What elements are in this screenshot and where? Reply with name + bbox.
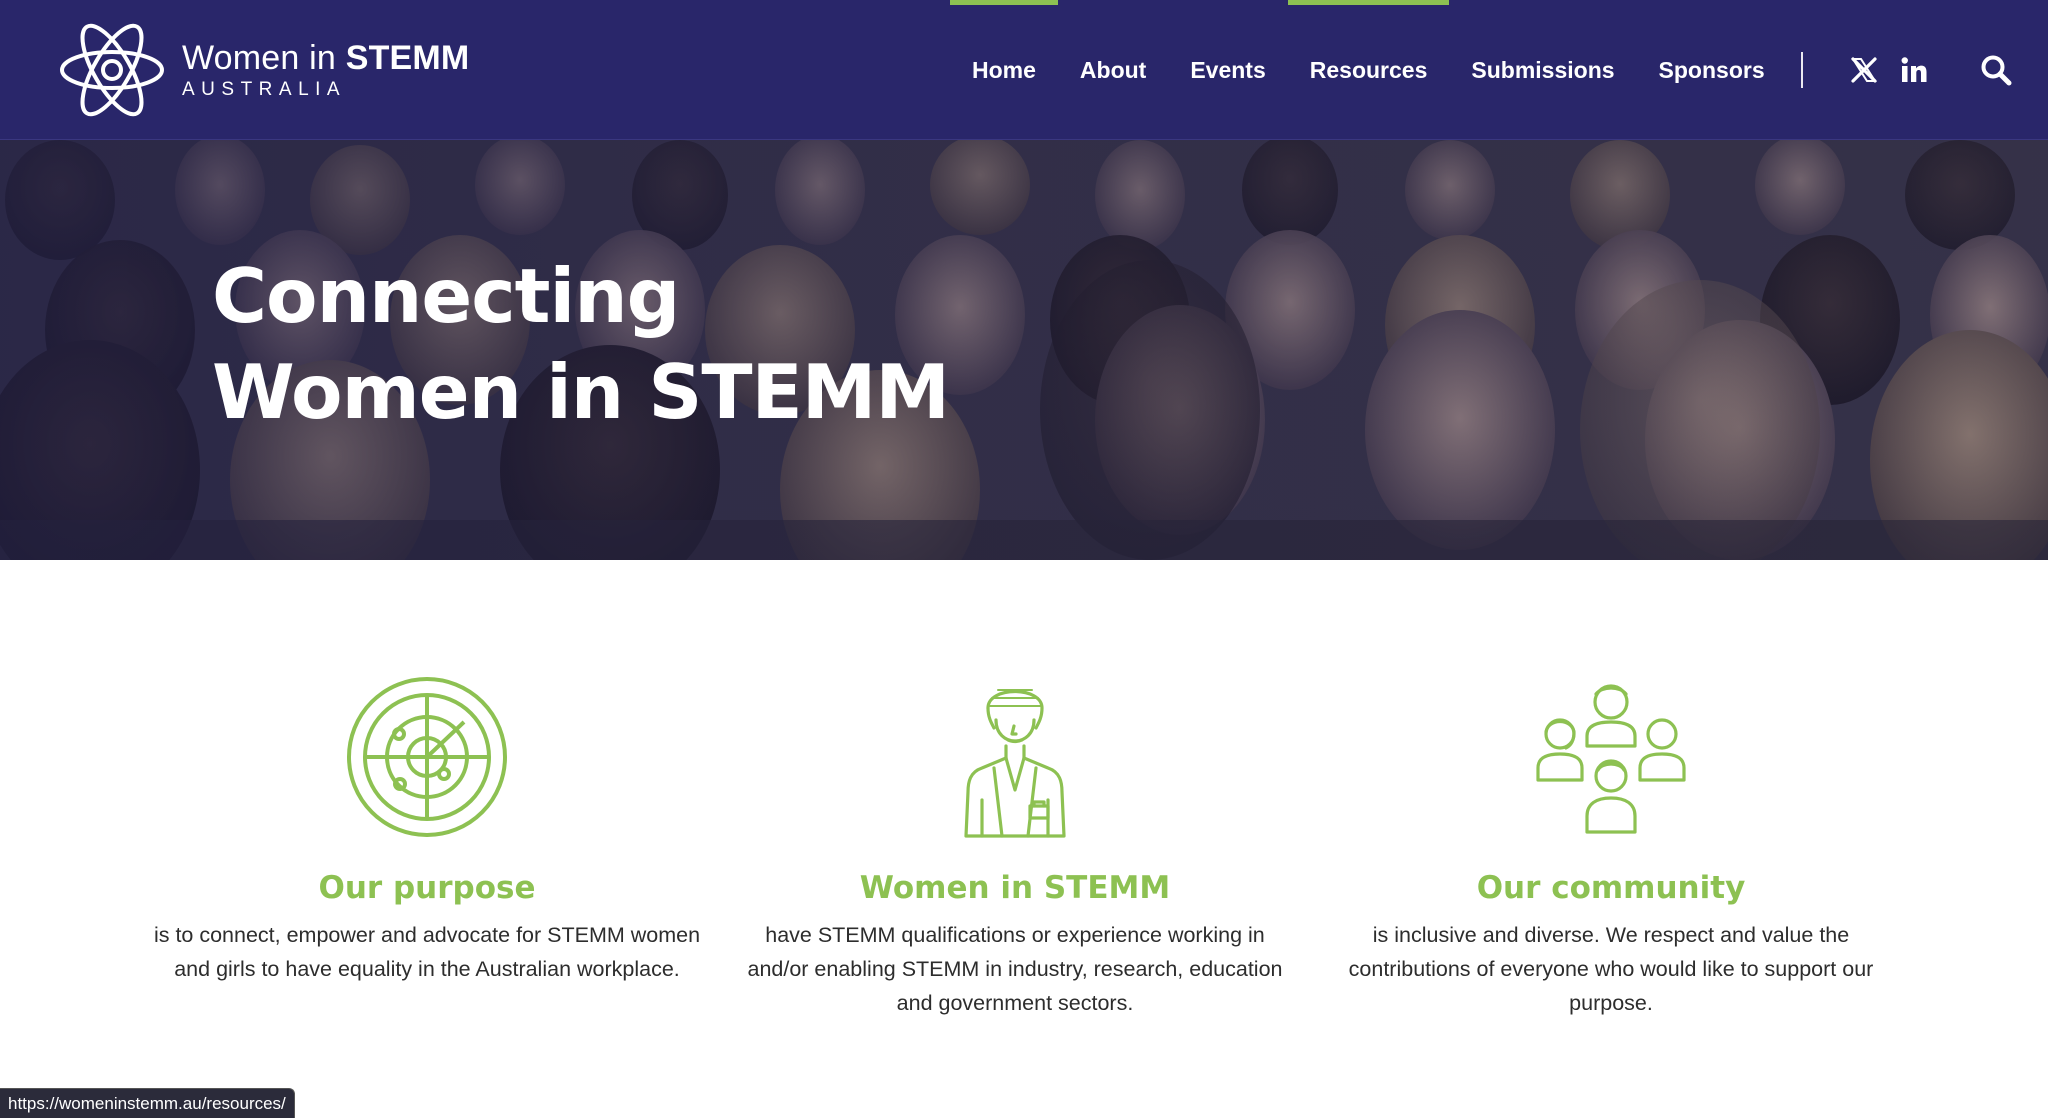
search-icon[interactable] xyxy=(1979,53,2013,87)
x-icon[interactable] xyxy=(1849,55,1879,85)
nav-submissions-label: Submissions xyxy=(1471,56,1615,83)
nav-home[interactable]: Home xyxy=(950,0,1058,140)
logo-wordmark-regular: Women in xyxy=(182,39,346,77)
feature-text: have STEMM qualifications or experience … xyxy=(747,923,1283,1015)
status-bar-url: https://womeninstemm.au/resources/ xyxy=(0,1088,295,1118)
nav-events-label: Events xyxy=(1190,56,1266,83)
feature-text: is inclusive and diverse. We respect and… xyxy=(1348,923,1874,1015)
hero-title-line1: Connecting xyxy=(212,252,680,340)
social-links xyxy=(1849,55,1929,85)
site-header: Women in STEMM AUSTRALIA Home About Even… xyxy=(0,0,2048,140)
logo-wordmark: Women in STEMM xyxy=(182,39,469,77)
nav-events[interactable]: Events xyxy=(1168,0,1287,140)
atom-logo-icon xyxy=(60,23,164,117)
nav-resources-label: Resources xyxy=(1309,56,1428,83)
feature-text: is to connect, empower and advocate for … xyxy=(153,923,701,981)
community-group-icon xyxy=(1536,684,1686,834)
linkedin-icon[interactable] xyxy=(1899,55,1929,85)
hero-title-line2: Women in STEMM xyxy=(212,348,950,436)
feature-title: Our community xyxy=(1476,870,1746,906)
logo-subtitle: AUSTRALIA xyxy=(182,79,347,100)
hero-title: Connecting Women in STEMM xyxy=(212,248,950,440)
site-logo[interactable]: Women in STEMM AUSTRALIA xyxy=(56,12,476,128)
nav-submissions[interactable]: Submissions xyxy=(1449,0,1636,140)
nav-home-label: Home xyxy=(972,56,1036,83)
scientist-woman-icon xyxy=(964,689,1066,838)
hero-banner: Connecting Women in STEMM xyxy=(0,140,2048,560)
nav-divider xyxy=(1800,52,1803,88)
nav-sponsors[interactable]: Sponsors xyxy=(1637,0,1787,140)
feature-title: Women in STEMM xyxy=(859,870,1171,906)
nav-sponsors-label: Sponsors xyxy=(1658,56,1765,83)
features-section: Our purpose is to connect, empower and a… xyxy=(0,560,2048,1118)
nav-about[interactable]: About xyxy=(1058,0,1168,140)
feature-title: Our purpose xyxy=(318,870,536,906)
radar-icon xyxy=(347,677,507,837)
logo-wordmark-bold: STEMM xyxy=(345,39,470,77)
nav-about-label: About xyxy=(1079,56,1147,83)
nav-resources[interactable]: Resources xyxy=(1287,0,1450,140)
main-nav: Home About Events Resources Submissions … xyxy=(950,0,2013,140)
